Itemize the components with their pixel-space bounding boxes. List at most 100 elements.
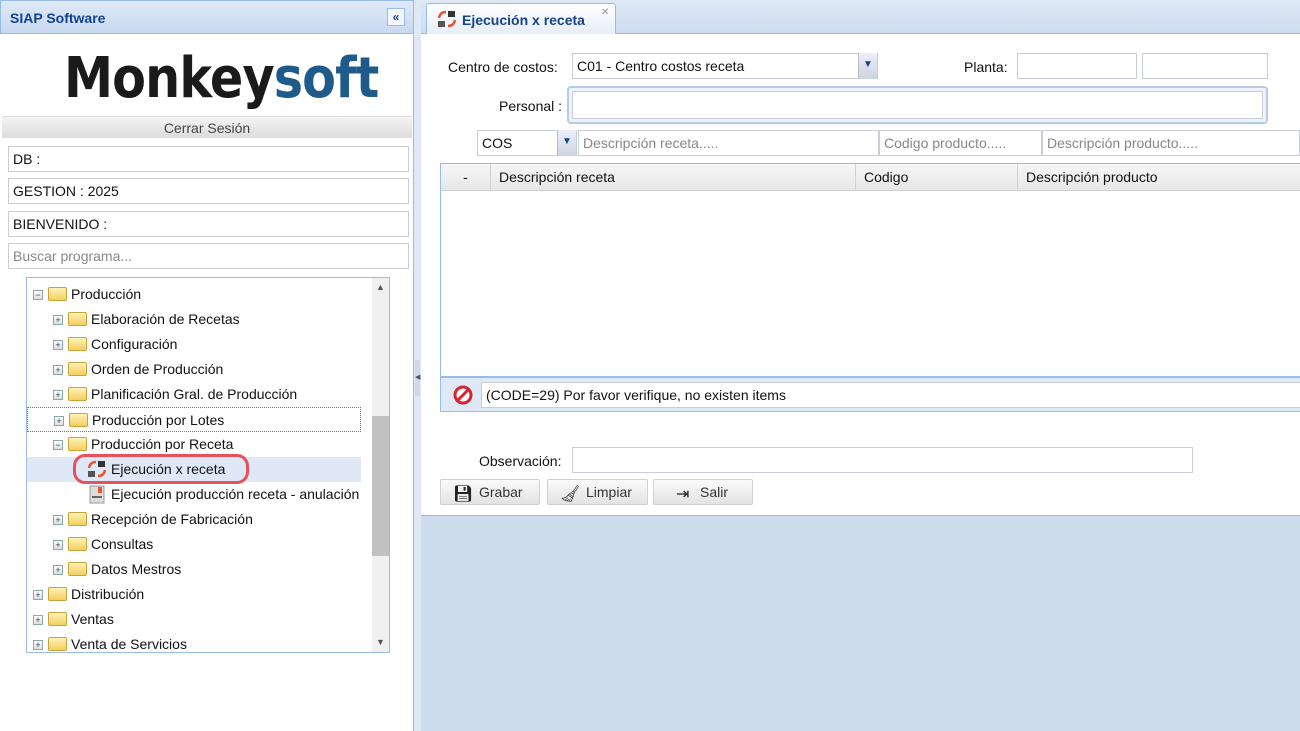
expand-icon[interactable]: + bbox=[33, 590, 43, 600]
tab-ejecucion-x-receta[interactable]: Ejecución x receta ✕ bbox=[426, 3, 616, 34]
tree-item-label: Ventas bbox=[71, 611, 114, 627]
tree-item[interactable]: + Distribución bbox=[27, 582, 361, 607]
folder-icon bbox=[68, 437, 87, 451]
tree-item-label: Consultas bbox=[91, 536, 154, 552]
personal-input[interactable] bbox=[572, 91, 1263, 119]
tree-item[interactable]: + Venta de Servicios bbox=[27, 632, 361, 652]
tree-item-label: Producción bbox=[71, 286, 142, 302]
expand-icon[interactable]: + bbox=[33, 615, 43, 625]
tree-item-label: Ejecución producción receta - anulación bbox=[111, 486, 360, 502]
broom-icon: 🧹︎ bbox=[560, 486, 581, 503]
tree-item-label: Datos Mestros bbox=[91, 561, 182, 577]
planta-input-2[interactable] bbox=[1142, 53, 1268, 79]
grid-header: - Descripción receta Codigo Descripción … bbox=[441, 164, 1300, 191]
expand-icon[interactable]: + bbox=[53, 365, 63, 375]
tree-item-label: Configuración bbox=[91, 336, 178, 352]
tree-item[interactable]: + Configuración bbox=[27, 332, 361, 357]
folder-icon bbox=[48, 287, 67, 301]
chevron-down-icon[interactable]: ▼ bbox=[858, 53, 877, 79]
folder-icon bbox=[68, 362, 87, 376]
salir-button[interactable]: ⇥ Salir bbox=[653, 479, 753, 505]
gestion-field: GESTION : 2025 bbox=[8, 178, 409, 204]
tree-item-label: Venta de Servicios bbox=[71, 636, 187, 652]
welcome-field: BIENVENIDO : bbox=[8, 211, 409, 237]
tree-item[interactable]: + Consultas bbox=[27, 532, 361, 557]
collapse-handle-icon[interactable]: ◀ bbox=[415, 360, 420, 396]
expand-icon[interactable]: + bbox=[33, 640, 43, 650]
grabar-button[interactable]: 💾︎ Grabar bbox=[440, 479, 540, 505]
folder-icon bbox=[68, 562, 87, 576]
expand-icon[interactable]: + bbox=[54, 416, 64, 426]
folder-icon bbox=[48, 637, 67, 651]
tab-strip: Ejecución x receta ✕ bbox=[421, 0, 1300, 34]
column-header-descripcion-receta[interactable]: Descripción receta bbox=[491, 164, 856, 191]
observacion-input[interactable] bbox=[572, 447, 1193, 473]
centro-costos-select[interactable]: C01 - Centro costos receta ▼ bbox=[572, 53, 878, 79]
highlight-ring bbox=[73, 454, 249, 484]
planta-input-1[interactable] bbox=[1017, 53, 1137, 79]
folder-icon bbox=[68, 312, 87, 326]
scroll-down-icon[interactable]: ▼ bbox=[376, 637, 385, 647]
expand-icon[interactable]: + bbox=[53, 565, 63, 575]
folder-icon bbox=[69, 413, 88, 427]
tree-scrollbar-thumb[interactable] bbox=[372, 416, 389, 556]
expand-icon[interactable]: + bbox=[53, 340, 63, 350]
codigo-producto-filter[interactable]: Codigo producto..... bbox=[879, 130, 1042, 156]
tree-item[interactable]: + Elaboración de Recetas bbox=[27, 307, 361, 332]
close-tab-icon[interactable]: ✕ bbox=[601, 7, 609, 18]
folder-icon bbox=[48, 587, 67, 601]
tree-item-label: Distribución bbox=[71, 586, 145, 602]
expand-icon[interactable]: + bbox=[53, 315, 63, 325]
left-panel-header: SIAP Software « bbox=[0, 0, 414, 34]
tree-item[interactable]: Ejecución producción receta - anulación bbox=[27, 482, 361, 507]
filter-select[interactable]: COS ▼ bbox=[477, 130, 577, 156]
folder-icon bbox=[68, 537, 87, 551]
limpiar-button[interactable]: 🧹︎ Limpiar bbox=[547, 479, 648, 505]
exit-icon: ⇥ bbox=[676, 486, 690, 503]
recipes-grid: - Descripción receta Codigo Descripción … bbox=[440, 163, 1300, 377]
exchange-icon bbox=[437, 10, 457, 28]
expand-icon[interactable]: + bbox=[53, 540, 63, 550]
error-icon bbox=[453, 385, 473, 405]
save-icon: 💾︎ bbox=[453, 486, 474, 503]
tree-item-label: Producción por Lotes bbox=[92, 412, 225, 428]
document-cancel-icon bbox=[89, 485, 105, 504]
scroll-up-icon[interactable]: ▲ bbox=[376, 282, 385, 292]
search-program-input[interactable]: Buscar programa... bbox=[8, 243, 409, 269]
tree-item[interactable]: + Orden de Producción bbox=[27, 357, 361, 382]
app-title: SIAP Software bbox=[10, 10, 106, 26]
grabar-label: Grabar bbox=[479, 484, 523, 500]
limpiar-label: Limpiar bbox=[586, 484, 632, 500]
message-text: (CODE=29) Por favor verifique, no existe… bbox=[481, 382, 1300, 408]
descripcion-receta-filter[interactable]: Descripción receta..... bbox=[578, 130, 879, 156]
tree-item[interactable]: + Producción por Lotes bbox=[27, 407, 361, 432]
collapse-icon[interactable]: − bbox=[53, 440, 63, 450]
expand-icon[interactable]: + bbox=[53, 390, 63, 400]
tree-item[interactable]: − Producción bbox=[27, 282, 361, 307]
centro-value: C01 - Centro costos receta bbox=[577, 58, 745, 74]
tab-label: Ejecución x receta bbox=[462, 12, 585, 28]
folder-icon bbox=[68, 387, 87, 401]
observacion-label: Observación: bbox=[479, 453, 562, 469]
expand-icon[interactable]: + bbox=[53, 515, 63, 525]
tree-item-label: Planificación Gral. de Producción bbox=[91, 386, 298, 402]
tree-item-label: Orden de Producción bbox=[91, 361, 224, 377]
column-header-select[interactable]: - bbox=[441, 164, 491, 191]
tree-item[interactable]: + Recepción de Fabricación bbox=[27, 507, 361, 532]
folder-icon bbox=[68, 512, 87, 526]
descripcion-producto-filter[interactable]: Descripción producto..... bbox=[1042, 130, 1300, 156]
message-bar: (CODE=29) Por favor verifique, no existe… bbox=[440, 377, 1300, 412]
folder-icon bbox=[48, 612, 67, 626]
tree-item[interactable]: + Ventas bbox=[27, 607, 361, 632]
double-chevron-left-icon[interactable]: « bbox=[387, 8, 405, 26]
chevron-down-icon[interactable]: ▼ bbox=[557, 130, 576, 156]
tree-item[interactable]: + Planificación Gral. de Producción bbox=[27, 382, 361, 407]
column-header-codigo[interactable]: Codigo bbox=[856, 164, 1018, 191]
column-header-descripcion-producto[interactable]: Descripción producto bbox=[1018, 164, 1300, 191]
filter-select-value: COS bbox=[482, 135, 513, 151]
personal-label: Personal : bbox=[499, 98, 563, 114]
monkeysoft-logo: Monkeysoft bbox=[64, 46, 379, 111]
tree-item[interactable]: + Datos Mestros bbox=[27, 557, 361, 582]
collapse-icon[interactable]: − bbox=[33, 290, 43, 300]
logout-button[interactable]: Cerrar Sesión bbox=[2, 116, 412, 138]
